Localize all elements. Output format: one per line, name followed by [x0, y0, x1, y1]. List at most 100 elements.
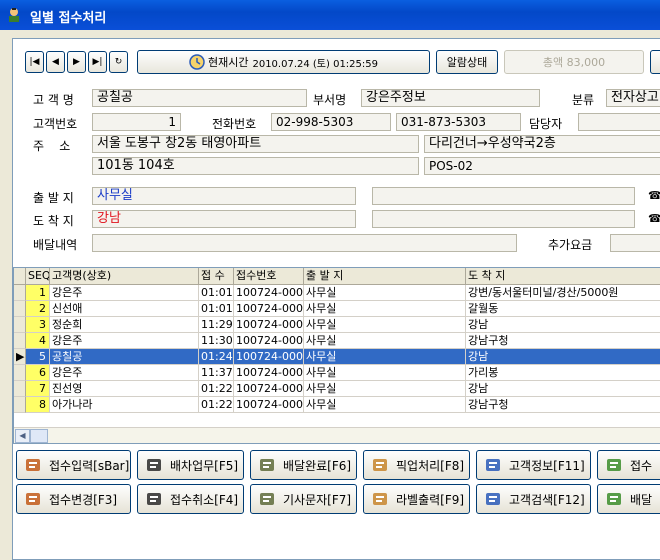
dest-field[interactable]: 강남 [92, 210, 356, 228]
horizontal-scrollbar[interactable]: ◀ [14, 427, 660, 443]
table-row[interactable]: 4 강은주 11:30 100724-0004 사무실 강남구청 [14, 333, 660, 349]
cell-seq: 3 [26, 317, 50, 333]
current-time-label: 현재시간 [207, 56, 249, 69]
action-label: 기사문자[F7] [283, 492, 352, 507]
cell-name: 아가나라 [50, 397, 199, 413]
cell-no: 100724-0001 [234, 285, 304, 301]
table-row[interactable]: 3 정순희 11:29 100724-0003 사무실 강남 [14, 317, 660, 333]
prev-icon: ◀ [52, 57, 59, 67]
row-indicator[interactable] [14, 397, 26, 413]
grid-header: SEQ 고객명(상호) 접 수 접수번호 출 발 지 도 착 지 [14, 268, 660, 285]
scroll-thumb[interactable] [30, 429, 48, 443]
extra-fee-label: 추가요금 [548, 238, 593, 252]
dept-field[interactable]: 강은주정보 [361, 89, 540, 107]
box-button[interactable]: 픽업처리[F8] [363, 450, 470, 480]
customer-no-field[interactable]: 1 [92, 113, 181, 131]
grid-header-seq[interactable]: SEQ [26, 268, 50, 284]
table-row[interactable]: 6 강은주 11:37 100724-0006 사무실 가리봉 [14, 365, 660, 381]
pos-field[interactable]: POS-02 [424, 157, 660, 175]
edit-button[interactable]: 접수입력[sBar] [16, 450, 131, 480]
table-row[interactable]: 1 강은주 01:01 100724-0001 사무실 강변/동서울터미널/경산/5000… [14, 285, 660, 301]
last-record-button[interactable]: ▶| [88, 51, 107, 73]
dest-detail-field[interactable] [372, 210, 635, 228]
scroll-left-icon[interactable]: ◀ [15, 429, 30, 443]
row-indicator[interactable] [14, 301, 26, 317]
cell-no: 100724-0005 [234, 349, 304, 365]
grid-header-name[interactable]: 고객명(상호) [50, 268, 199, 284]
cell-no: 100724-0002 [234, 301, 304, 317]
receipt-icon [260, 459, 274, 471]
receipt-button[interactable]: 배달완료[F6] [250, 450, 357, 480]
manager-label: 담당자 [529, 117, 563, 131]
reception-grid[interactable]: SEQ 고객명(상호) 접 수 접수번호 출 발 지 도 착 지 1 강은주 01:… [13, 267, 660, 444]
user-search-button[interactable]: 고객검색[F12] [476, 484, 591, 514]
category-field[interactable]: 전자상고 [606, 89, 660, 107]
cell-seq: 4 [26, 333, 50, 349]
origin-label: 출 발 지 [33, 191, 74, 205]
cell-no: 100724-0008 [234, 397, 304, 413]
row-indicator[interactable] [14, 333, 26, 349]
delivery-label: 배달내역 [33, 238, 78, 252]
grid-header-origin[interactable]: 출 발 지 [304, 268, 466, 284]
customer-info-button[interactable]: 고객정보[F11] [476, 450, 591, 480]
extra-fee-field[interactable] [610, 234, 660, 252]
action-label: 배달 [630, 492, 653, 507]
grid-header-dest[interactable]: 도 착 지 [466, 268, 660, 284]
row-indicator[interactable]: ▶ [14, 349, 26, 365]
cell-seq: 5 [26, 349, 50, 365]
cell-seq: 7 [26, 381, 50, 397]
row-indicator[interactable] [14, 317, 26, 333]
row-indicator[interactable] [14, 365, 26, 381]
table-row[interactable]: 2 신선애 01:01 100724-0002 사무실 갈월동 [14, 301, 660, 317]
first-record-button[interactable]: |◀ [25, 51, 44, 73]
action-label: 픽업처리[F8] [396, 458, 465, 473]
table-row[interactable]: ▶ 5 공칠공 01:24 100724-0005 사무실 강남 [14, 349, 660, 365]
table-row[interactable]: 8 아가나라 01:22 100724-0008 사무실 강남구청 [14, 397, 660, 413]
cell-time: 11:30 [199, 333, 234, 349]
address-note-field[interactable]: 다리건너→우성약국2층 [424, 135, 660, 153]
phone2-field[interactable]: 031-873-5303 [396, 113, 521, 131]
delivery-field[interactable] [92, 234, 517, 252]
phone-label: 전화번호 [212, 117, 257, 131]
driver-button[interactable]: 배차업무[F5] [137, 450, 244, 480]
printer-button[interactable]: 라벨출력[F9] [363, 484, 470, 514]
cell-seq: 6 [26, 365, 50, 381]
print-button[interactable]: 접수 [597, 450, 660, 480]
row-indicator[interactable] [14, 285, 26, 301]
row-indicator[interactable] [14, 381, 26, 397]
phone1-field[interactable]: 02-998-5303 [271, 113, 391, 131]
cell-time: 01:22 [199, 381, 234, 397]
action-label: 접수변경[F3] [49, 492, 118, 507]
origin-detail-field[interactable] [372, 187, 635, 205]
refresh-button[interactable]: ↻ [109, 51, 128, 73]
delivery-button[interactable]: 배달 [597, 484, 660, 514]
alarm-status-label: 알람상태 [446, 56, 488, 69]
extra-toolbar-button[interactable]: ( [650, 50, 660, 74]
current-time-button[interactable]: 현재시간 2010.07.24 (토) 01:25:59 [137, 50, 430, 74]
edit-settings-button[interactable]: 접수변경[F3] [16, 484, 131, 514]
address1-field[interactable]: 서울 도봉구 창2동 태영아파트 [92, 135, 419, 153]
alarm-status-button[interactable]: 알람상태 [436, 50, 498, 74]
table-row[interactable]: 7 진선영 01:22 100724-0007 사무실 강남 [14, 381, 660, 397]
main-frame: |◀ ◀ ▶ ▶| ↻ 현재시간 2010.07.24 (토) 01:25:59… [0, 30, 660, 560]
message-button[interactable]: 기사문자[F7] [250, 484, 357, 514]
cell-name: 신선애 [50, 301, 199, 317]
cell-origin: 사무실 [304, 317, 466, 333]
customer-name-field[interactable]: 공칠공 [92, 89, 307, 107]
cancel-button[interactable]: 접수취소[F4] [137, 484, 244, 514]
grid-header-time[interactable]: 접 수 [199, 268, 234, 284]
action-label: 라벨출력[F9] [396, 492, 465, 507]
next-record-button[interactable]: ▶ [67, 51, 86, 73]
edit-settings-icon [26, 493, 40, 505]
prev-record-button[interactable]: ◀ [46, 51, 65, 73]
cell-name: 강은주 [50, 365, 199, 381]
address2-field[interactable]: 101동 104호 [92, 157, 419, 175]
origin-field[interactable]: 사무실 [92, 187, 356, 205]
action-label: 접수 [630, 458, 653, 473]
cell-origin: 사무실 [304, 285, 466, 301]
manager-field[interactable] [578, 113, 660, 131]
last-icon: ▶| [92, 57, 103, 67]
grid-header-no[interactable]: 접수번호 [234, 268, 304, 284]
cell-no: 100724-0004 [234, 333, 304, 349]
message-icon [260, 493, 274, 505]
